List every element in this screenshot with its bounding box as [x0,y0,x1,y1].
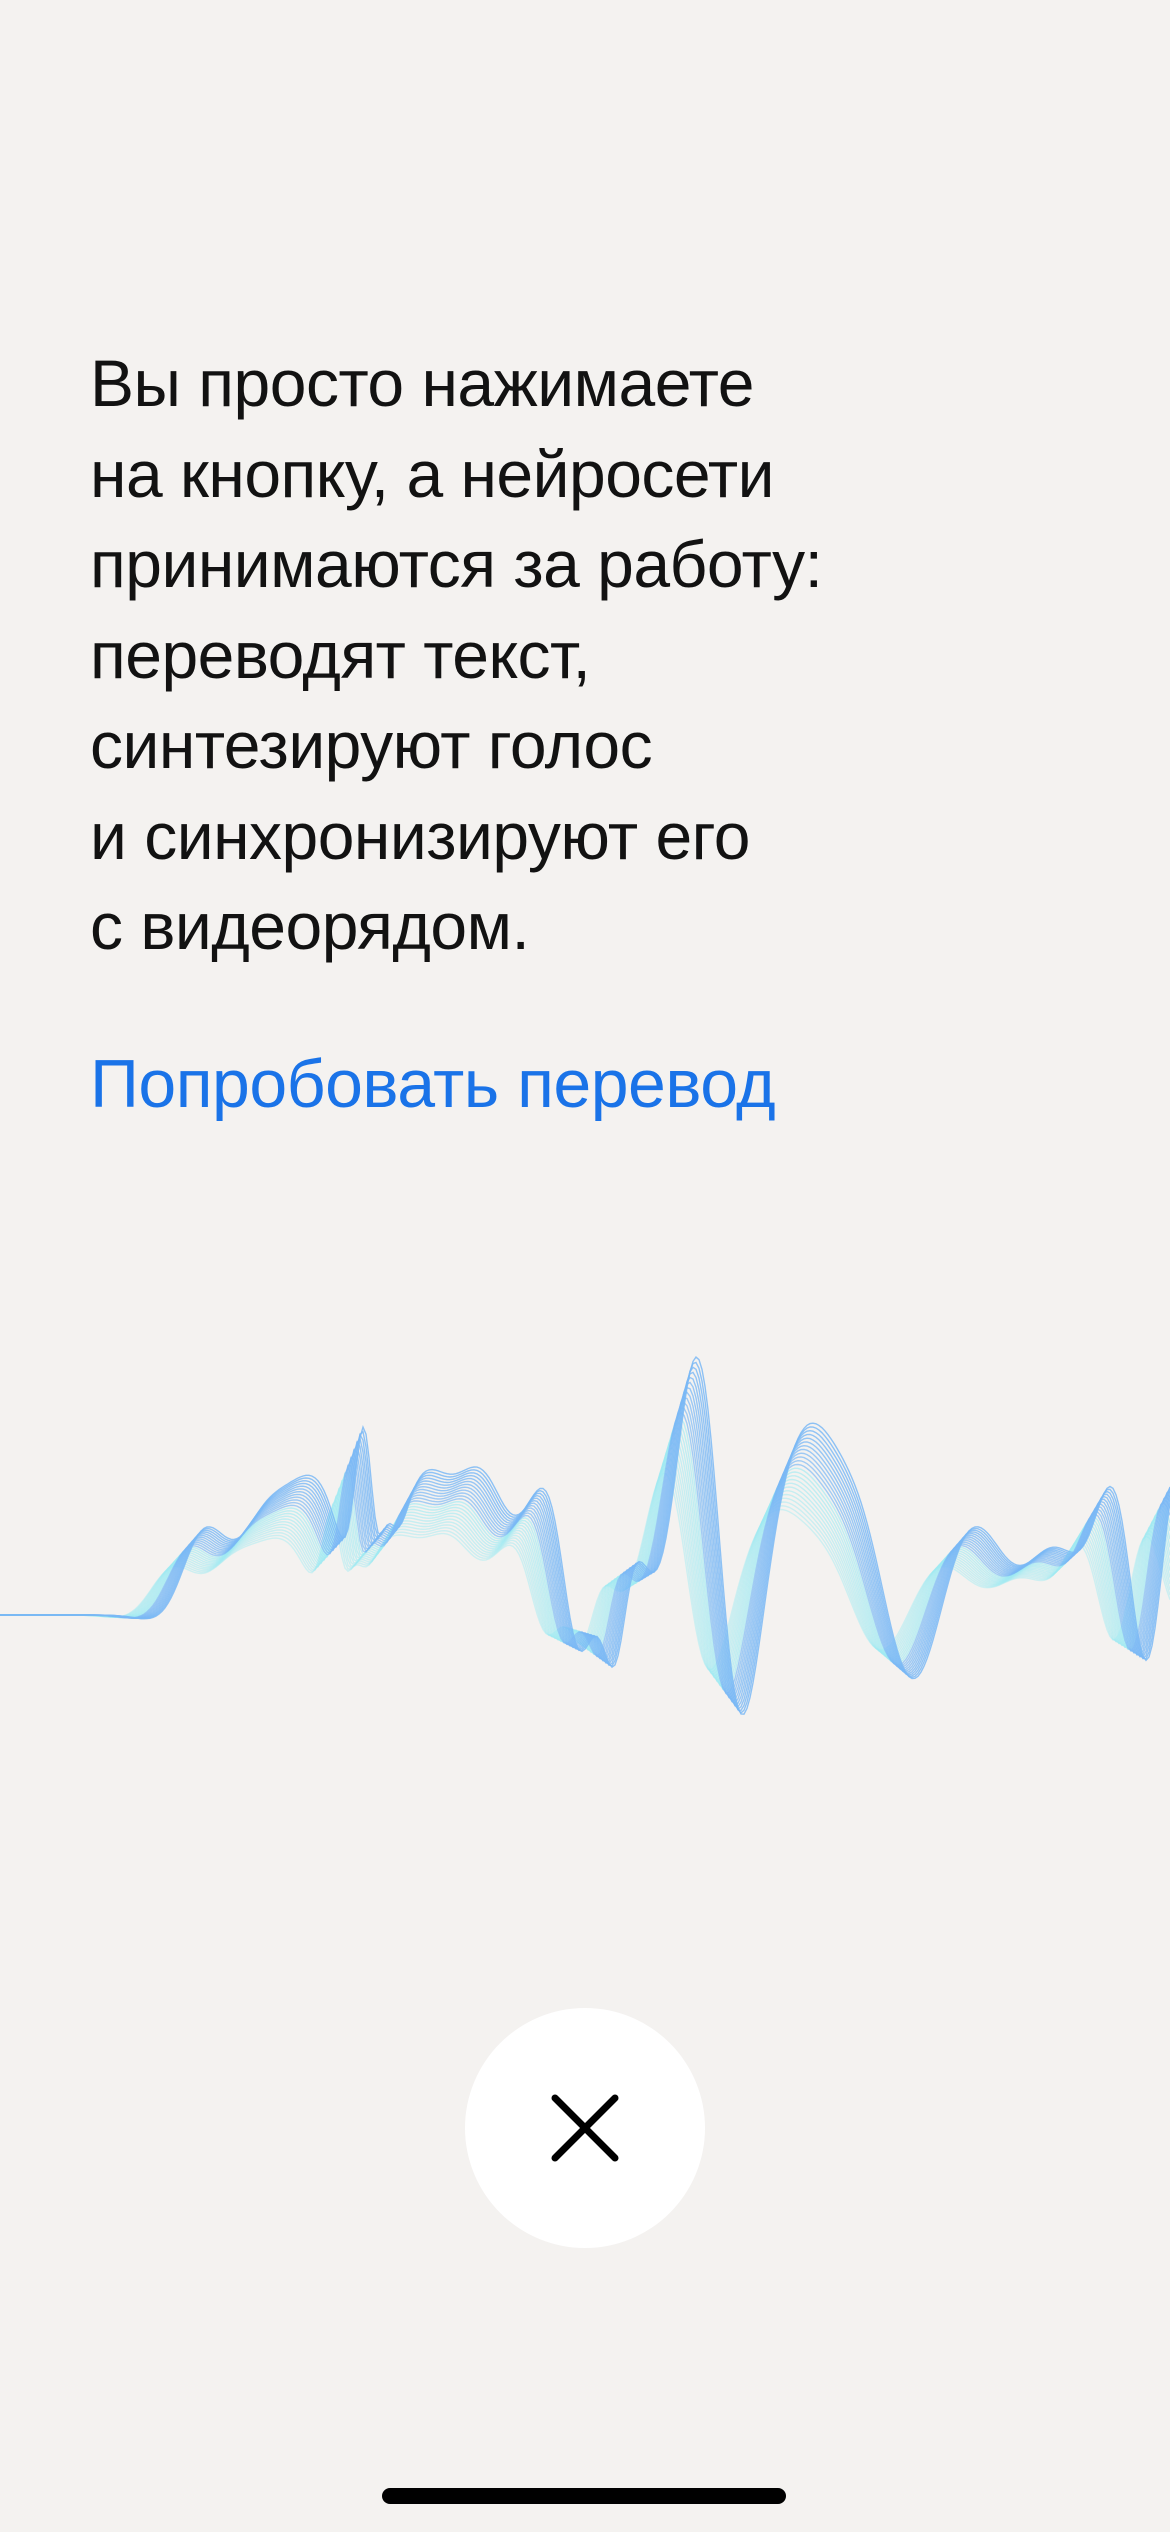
wave-line [0,1361,1170,1714]
description-line: переводят текст, [90,617,591,692]
description-line: на кнопку, а нейросети [90,436,775,511]
description-line: и синхронизируют его [90,798,751,873]
wave-line [0,1366,1170,1712]
description-text: Вы просто нажимаете на кнопку, а нейросе… [90,338,1090,972]
description-line: синтезируют голос [90,708,653,782]
wave-line [0,1371,1170,1710]
description-line: принимаются за работу: [90,527,823,601]
description-line: с видеорядом. [90,889,530,963]
sound-wave-illustration [0,1356,1170,1715]
wave-line [0,1356,1170,1715]
translation-info-screen: Вы просто нажимаете на кнопку, а нейросе… [0,0,1170,2532]
wave-line [0,1391,1170,1702]
description-line: Вы просто нажимаете [90,346,754,420]
close-button[interactable] [465,2008,705,2248]
close-icon [551,2094,619,2162]
home-indicator [382,2488,786,2504]
wave-line [0,1381,1170,1706]
try-translation-link[interactable]: Попробовать перевод [90,1036,776,1132]
